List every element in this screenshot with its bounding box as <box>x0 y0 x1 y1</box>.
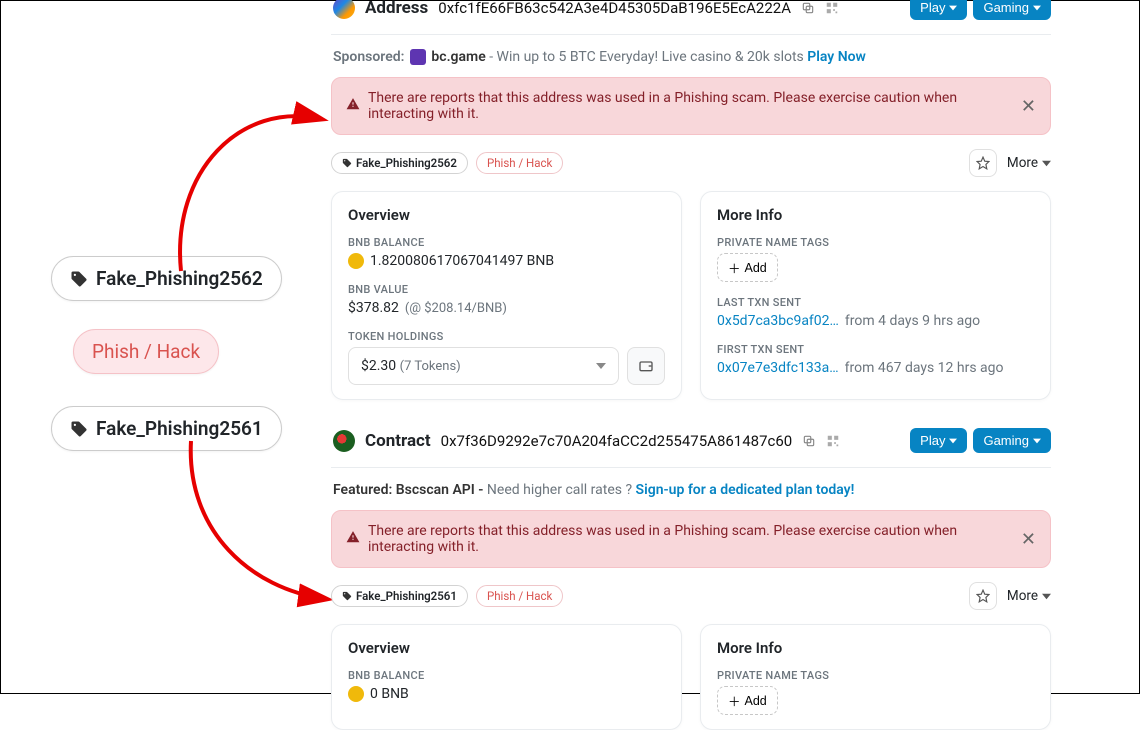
more-dropdown[interactable]: More <box>1007 588 1051 604</box>
play-button[interactable]: Play <box>910 428 967 453</box>
bnb-balance-label: BNB BALANCE <box>348 669 665 682</box>
qr-icon[interactable] <box>825 1 839 15</box>
add-tag-button[interactable]: ＋Add <box>717 253 778 282</box>
address-block-2: Contract 0x7f36D9292e7c70A204faCC2d25547… <box>331 428 1051 730</box>
bnb-balance-value: 0 BNB <box>348 686 665 702</box>
star-button[interactable] <box>969 582 997 610</box>
bnb-value-label: BNB VALUE <box>348 283 665 296</box>
panels-row: Overview BNB BALANCE 0 BNB More Info PRI… <box>331 624 1051 730</box>
tag-icon <box>342 158 352 168</box>
overview-title: Overview <box>348 206 665 224</box>
overview-card: Overview BNB BALANCE 0 BNB <box>331 624 682 730</box>
annotation-tag-3-label: Fake_Phishing2561 <box>96 417 263 440</box>
overview-title: Overview <box>348 639 665 657</box>
sponsor-logo-icon <box>410 49 426 65</box>
bnb-coin-icon <box>348 253 364 269</box>
close-icon[interactable]: ✕ <box>1021 96 1036 117</box>
private-name-tags-label: PRIVATE NAME TAGS <box>717 236 1034 249</box>
sponsor-name[interactable]: bc.game <box>431 49 485 65</box>
token-holdings-row: $2.30 (7 Tokens) <box>348 347 665 385</box>
more-dropdown[interactable]: More <box>1007 155 1051 171</box>
featured-text: Need higher call rates ? <box>487 482 636 498</box>
tag-fake-phishing[interactable]: Fake_Phishing2562 <box>331 152 468 174</box>
moreinfo-title: More Info <box>717 639 1034 657</box>
warning-icon <box>346 97 360 115</box>
token-holdings-label: TOKEN HOLDINGS <box>348 330 665 343</box>
private-name-tags-label: PRIVATE NAME TAGS <box>717 669 1034 682</box>
annotation-tag-1: Fake_Phishing2562 <box>51 256 282 301</box>
sponsored-label: Sponsored: <box>333 49 404 65</box>
alert-text: There are reports that this address was … <box>368 523 1013 555</box>
annotation-tag-2: Phish / Hack <box>73 329 219 374</box>
tag-phish-hack[interactable]: Phish / Hack <box>476 152 563 174</box>
moreinfo-title: More Info <box>717 206 1034 224</box>
chevron-down-icon <box>596 361 606 371</box>
bnb-value-value: $378.82 (@ $208.14/BNB) <box>348 300 665 316</box>
sponsored-row: Sponsored: bc.game - Win up to 5 BTC Eve… <box>331 34 1051 77</box>
last-txn-value: 0x5d7ca3bc9af02… from 4 days 9 hrs ago <box>717 313 1034 329</box>
panels-row: Overview BNB BALANCE 1.82008061706704149… <box>331 191 1051 400</box>
tag-icon <box>342 591 352 601</box>
moreinfo-card: More Info PRIVATE NAME TAGS ＋Add LAST TX… <box>700 191 1051 400</box>
tag-phish-hack[interactable]: Phish / Hack <box>476 585 563 607</box>
play-button[interactable]: Play <box>910 0 967 20</box>
contract-value: 0x7f36D9292e7c70A204faCC2d255475A861487c… <box>441 432 793 450</box>
phishing-alert: There are reports that this address was … <box>331 510 1051 568</box>
tag-primary-label: Fake_Phishing2562 <box>356 156 457 170</box>
page-root: Fake_Phishing2562 Phish / Hack Fake_Phis… <box>0 0 1140 694</box>
bnb-coin-icon <box>348 686 364 702</box>
featured-label: Featured: Bscscan API - <box>333 482 483 498</box>
address-block-1: Address 0xfc1fE66FB63c542A3e4D45305DaB19… <box>331 0 1051 400</box>
first-txn-value: 0x07e7e3dfc133a… from 467 days 12 hrs ag… <box>717 360 1034 376</box>
bnb-balance-label: BNB BALANCE <box>348 236 665 249</box>
contract-title: Contract <box>365 431 431 451</box>
phishing-alert: There are reports that this address was … <box>331 77 1051 135</box>
warning-icon <box>346 530 360 548</box>
explorer-content: Address 0xfc1fE66FB63c542A3e4D45305DaB19… <box>331 1 1140 695</box>
qr-icon[interactable] <box>826 434 840 448</box>
tags-row: Fake_Phishing2562 Phish / Hack More <box>331 149 1051 177</box>
tag-icon <box>70 270 88 288</box>
last-txn-hash[interactable]: 0x5d7ca3bc9af02… <box>717 313 839 329</box>
annotation-tag-1-label: Fake_Phishing2562 <box>96 267 263 290</box>
star-button[interactable] <box>969 149 997 177</box>
tags-row: Fake_Phishing2561 Phish / Hack More <box>331 582 1051 610</box>
add-tag-button[interactable]: ＋Add <box>717 686 778 715</box>
copy-icon[interactable] <box>801 1 815 15</box>
contract-header: Contract 0x7f36D9292e7c70A204faCC2d25547… <box>331 428 1051 467</box>
tag-secondary-label: Phish / Hack <box>487 589 552 603</box>
gaming-button[interactable]: Gaming <box>973 428 1051 453</box>
tag-fake-phishing[interactable]: Fake_Phishing2561 <box>331 585 468 607</box>
tag-secondary-label: Phish / Hack <box>487 156 552 170</box>
gaming-button[interactable]: Gaming <box>973 0 1051 20</box>
copy-icon[interactable] <box>802 434 816 448</box>
tag-icon <box>70 420 88 438</box>
featured-row: Featured: Bscscan API - Need higher call… <box>331 467 1051 510</box>
moreinfo-card: More Info PRIVATE NAME TAGS ＋Add <box>700 624 1051 730</box>
address-value: 0xfc1fE66FB63c542A3e4D45305DaB196E5EcA22… <box>438 0 791 17</box>
last-txn-label: LAST TXN SENT <box>717 296 1034 309</box>
featured-link[interactable]: Sign-up for a dedicated plan today! <box>636 482 855 498</box>
sponsor-text: - Win up to 5 BTC Everyday! Live casino … <box>489 49 807 65</box>
bnb-balance-value: 1.820080617067041497 BNB <box>348 253 665 269</box>
token-holdings-dropdown[interactable]: $2.30 (7 Tokens) <box>348 347 619 385</box>
wallet-button[interactable] <box>627 347 665 385</box>
first-txn-label: FIRST TXN SENT <box>717 343 1034 356</box>
blockie-icon <box>333 0 355 19</box>
annotation-tag-2-label: Phish / Hack <box>92 340 200 363</box>
annotation-pane: Fake_Phishing2562 Phish / Hack Fake_Phis… <box>1 1 331 695</box>
alert-text: There are reports that this address was … <box>368 90 1013 122</box>
overview-card: Overview BNB BALANCE 1.82008061706704149… <box>331 191 682 400</box>
blockie-icon <box>333 430 355 452</box>
close-icon[interactable]: ✕ <box>1021 529 1036 550</box>
address-header: Address 0xfc1fE66FB63c542A3e4D45305DaB19… <box>331 0 1051 34</box>
sponsor-link[interactable]: Play Now <box>807 49 866 65</box>
annotation-tag-3: Fake_Phishing2561 <box>51 406 282 451</box>
first-txn-hash[interactable]: 0x07e7e3dfc133a… <box>717 360 839 376</box>
address-title: Address <box>365 0 428 18</box>
tag-primary-label: Fake_Phishing2561 <box>356 589 457 603</box>
